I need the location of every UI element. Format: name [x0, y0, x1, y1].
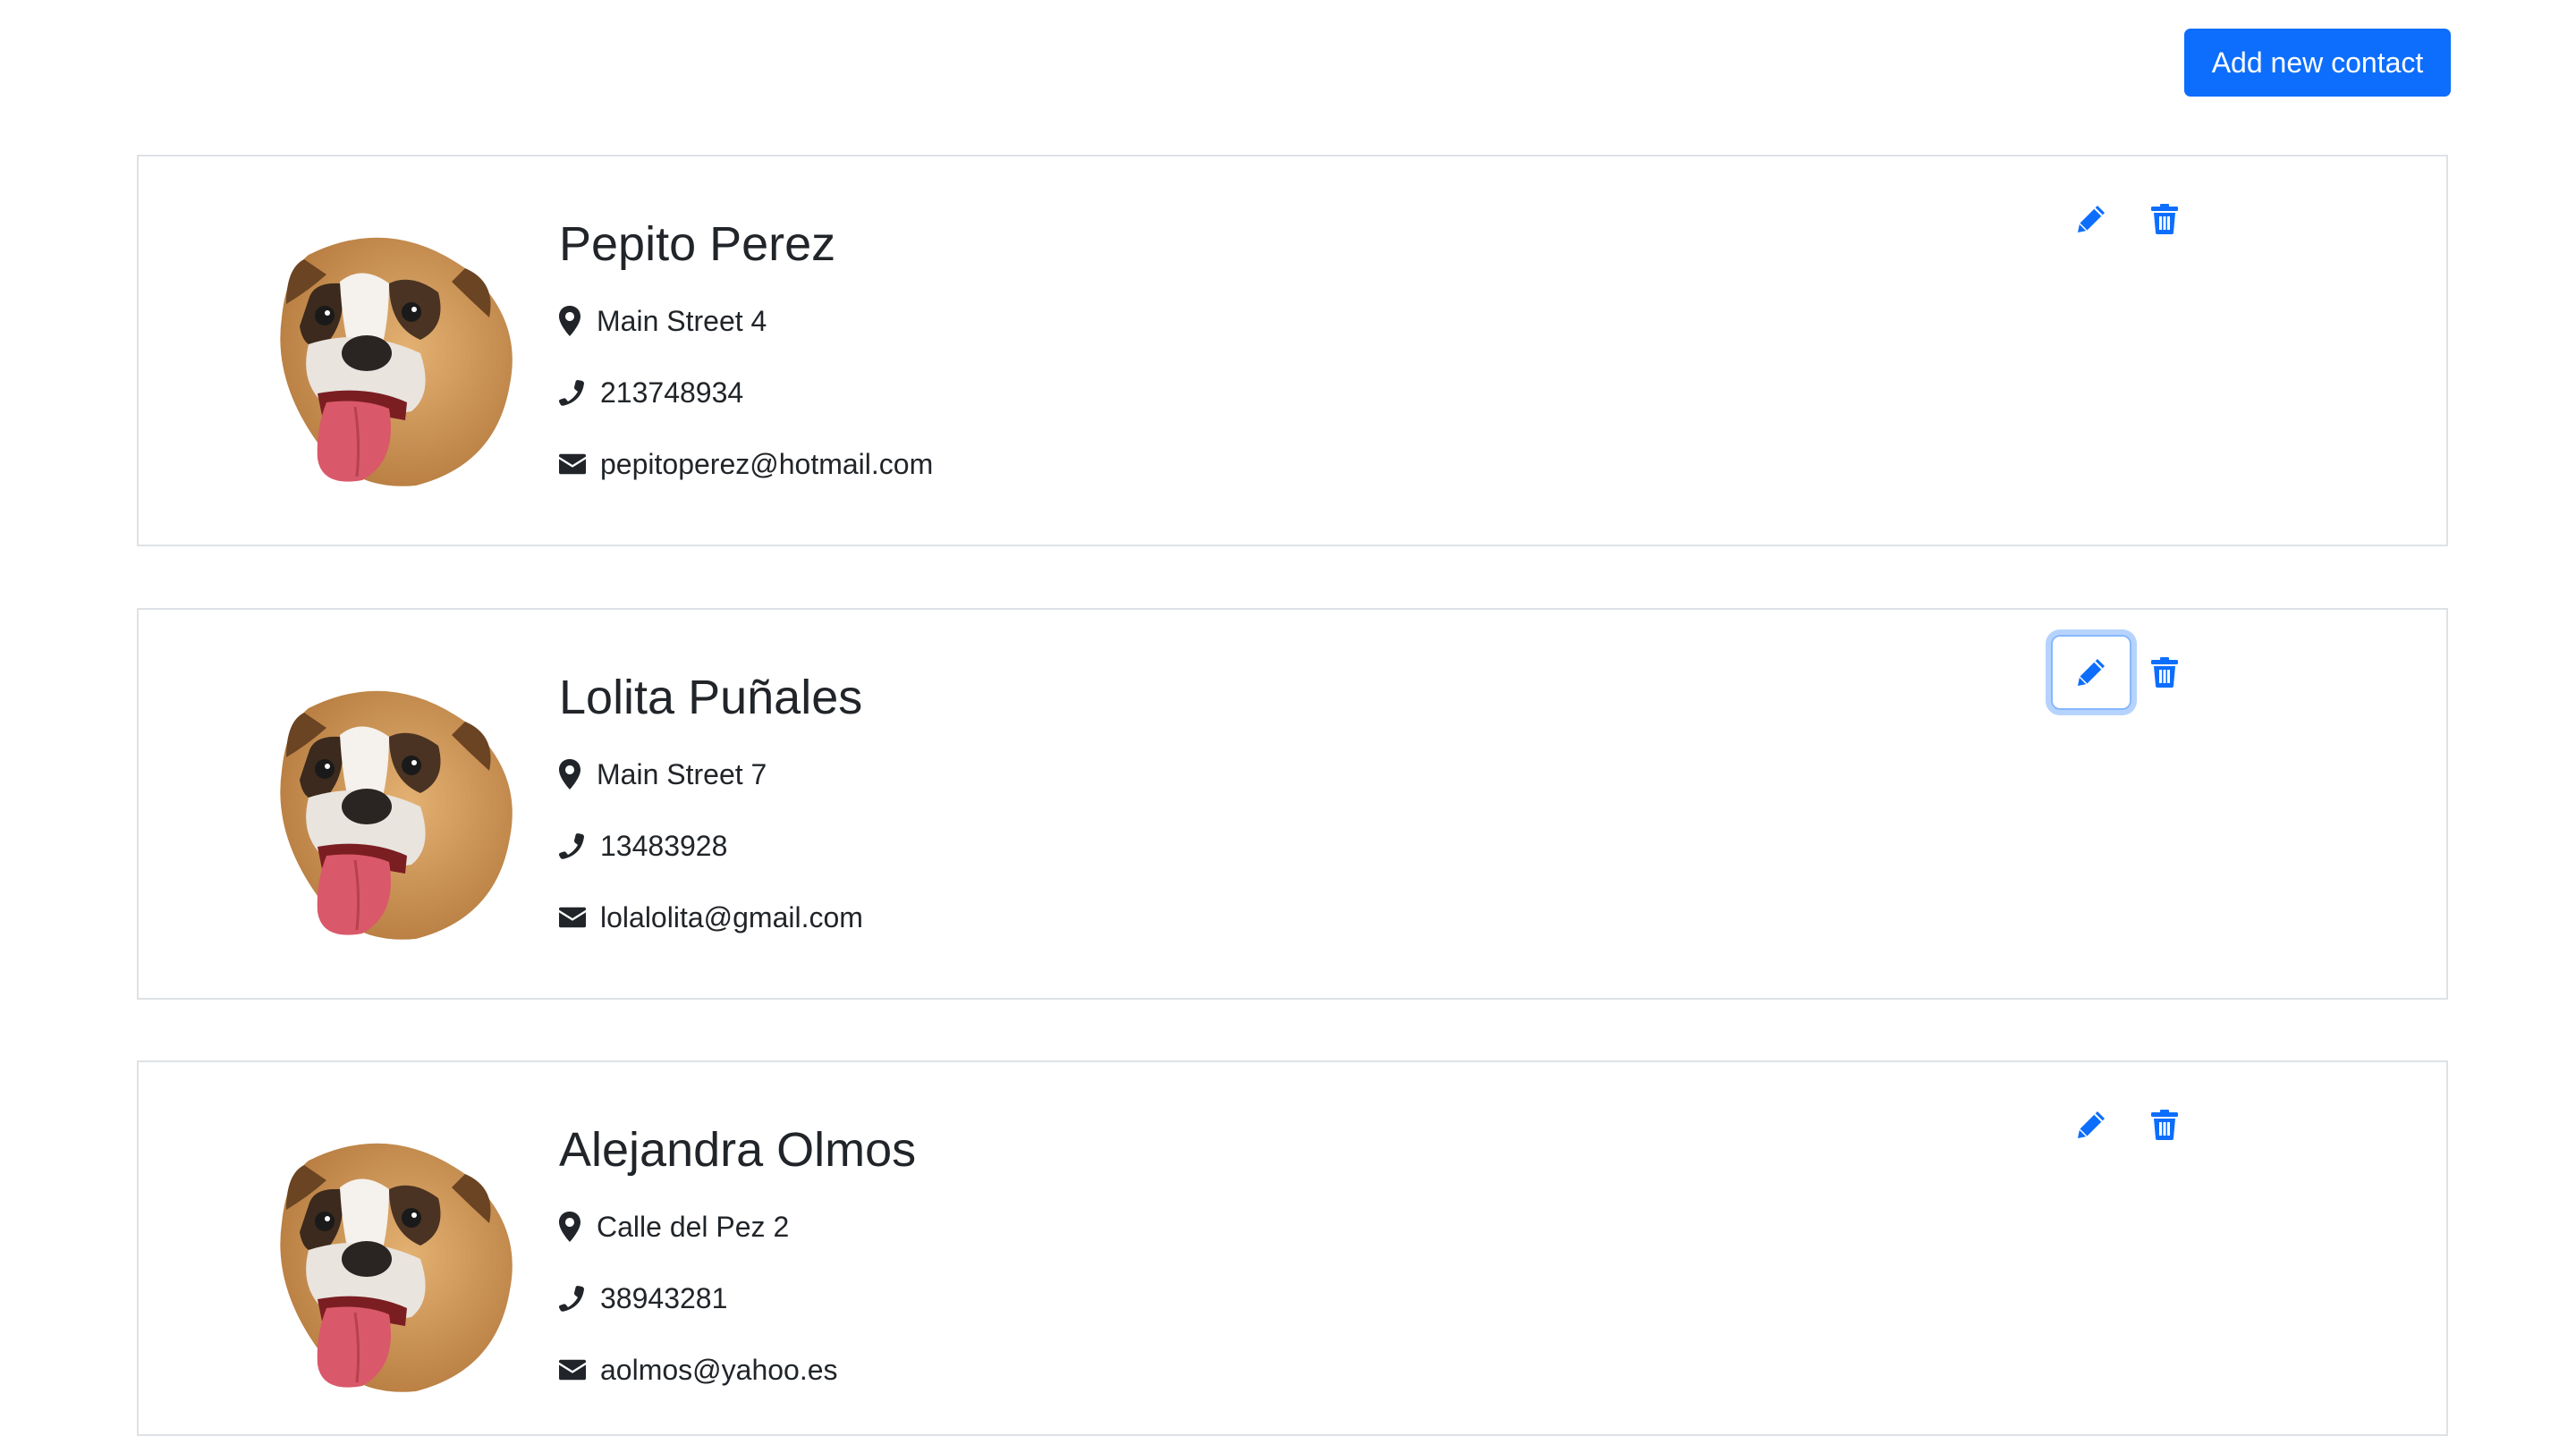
contact-email: lolalolita@gmail.com — [559, 898, 863, 937]
delete-contact-button[interactable] — [2124, 182, 2205, 257]
contact-phone: 213748934 — [559, 373, 743, 412]
phone-text: 213748934 — [600, 376, 744, 409]
contact-email: aolmos@yahoo.es — [559, 1350, 838, 1390]
pencil-icon — [2078, 206, 2105, 232]
edit-contact-button[interactable] — [2051, 635, 2131, 710]
contact-phone: 13483928 — [559, 826, 727, 866]
map-pin-icon — [559, 305, 586, 337]
phone-icon — [559, 1282, 586, 1314]
trash-icon — [2151, 204, 2178, 234]
contact-card: Alejandra Olmos Calle del Pez 2 38943281… — [137, 1060, 2448, 1436]
contact-phone: 38943281 — [559, 1279, 727, 1318]
email-text: aolmos@yahoo.es — [600, 1353, 838, 1386]
edit-contact-button[interactable] — [2051, 182, 2131, 257]
trash-icon — [2151, 1110, 2178, 1140]
phone-text: 13483928 — [600, 829, 728, 862]
contact-card: Pepito Perez Main Street 4 213748934 pep… — [137, 155, 2448, 546]
dog-avatar-image — [280, 1143, 513, 1392]
phone-icon — [559, 830, 586, 862]
contact-name: Alejandra Olmos — [559, 1123, 917, 1177]
contact-card: Lolita Puñales Main Street 7 13483928 lo… — [137, 608, 2448, 1000]
email-text: pepitoperez@hotmail.com — [600, 447, 934, 480]
pencil-icon — [2078, 659, 2105, 686]
delete-contact-button[interactable] — [2124, 1087, 2205, 1162]
dog-avatar-image — [280, 690, 513, 940]
envelope-icon — [559, 901, 586, 933]
phone-text: 38943281 — [600, 1281, 728, 1314]
map-pin-icon — [559, 758, 586, 790]
pencil-icon — [2078, 1111, 2105, 1138]
contact-name: Lolita Puñales — [559, 671, 863, 724]
envelope-icon — [559, 448, 586, 480]
address-text: Calle del Pez 2 — [597, 1210, 790, 1243]
envelope-icon — [559, 1354, 586, 1386]
edit-contact-button[interactable] — [2051, 1087, 2131, 1162]
add-new-contact-button[interactable]: Add new contact — [2184, 29, 2451, 97]
email-text: lolalolita@gmail.com — [600, 900, 863, 933]
dog-avatar-image — [280, 237, 513, 486]
contact-address: Calle del Pez 2 — [559, 1207, 789, 1246]
contact-email: pepitoperez@hotmail.com — [559, 444, 933, 484]
phone-icon — [559, 376, 586, 409]
address-text: Main Street 7 — [597, 757, 767, 790]
map-pin-icon — [559, 1211, 586, 1243]
contact-address: Main Street 7 — [559, 755, 767, 794]
address-text: Main Street 4 — [597, 304, 767, 337]
contact-name: Pepito Perez — [559, 217, 836, 271]
delete-contact-button[interactable] — [2124, 635, 2205, 710]
contact-address: Main Street 4 — [559, 301, 767, 341]
trash-icon — [2151, 657, 2178, 688]
